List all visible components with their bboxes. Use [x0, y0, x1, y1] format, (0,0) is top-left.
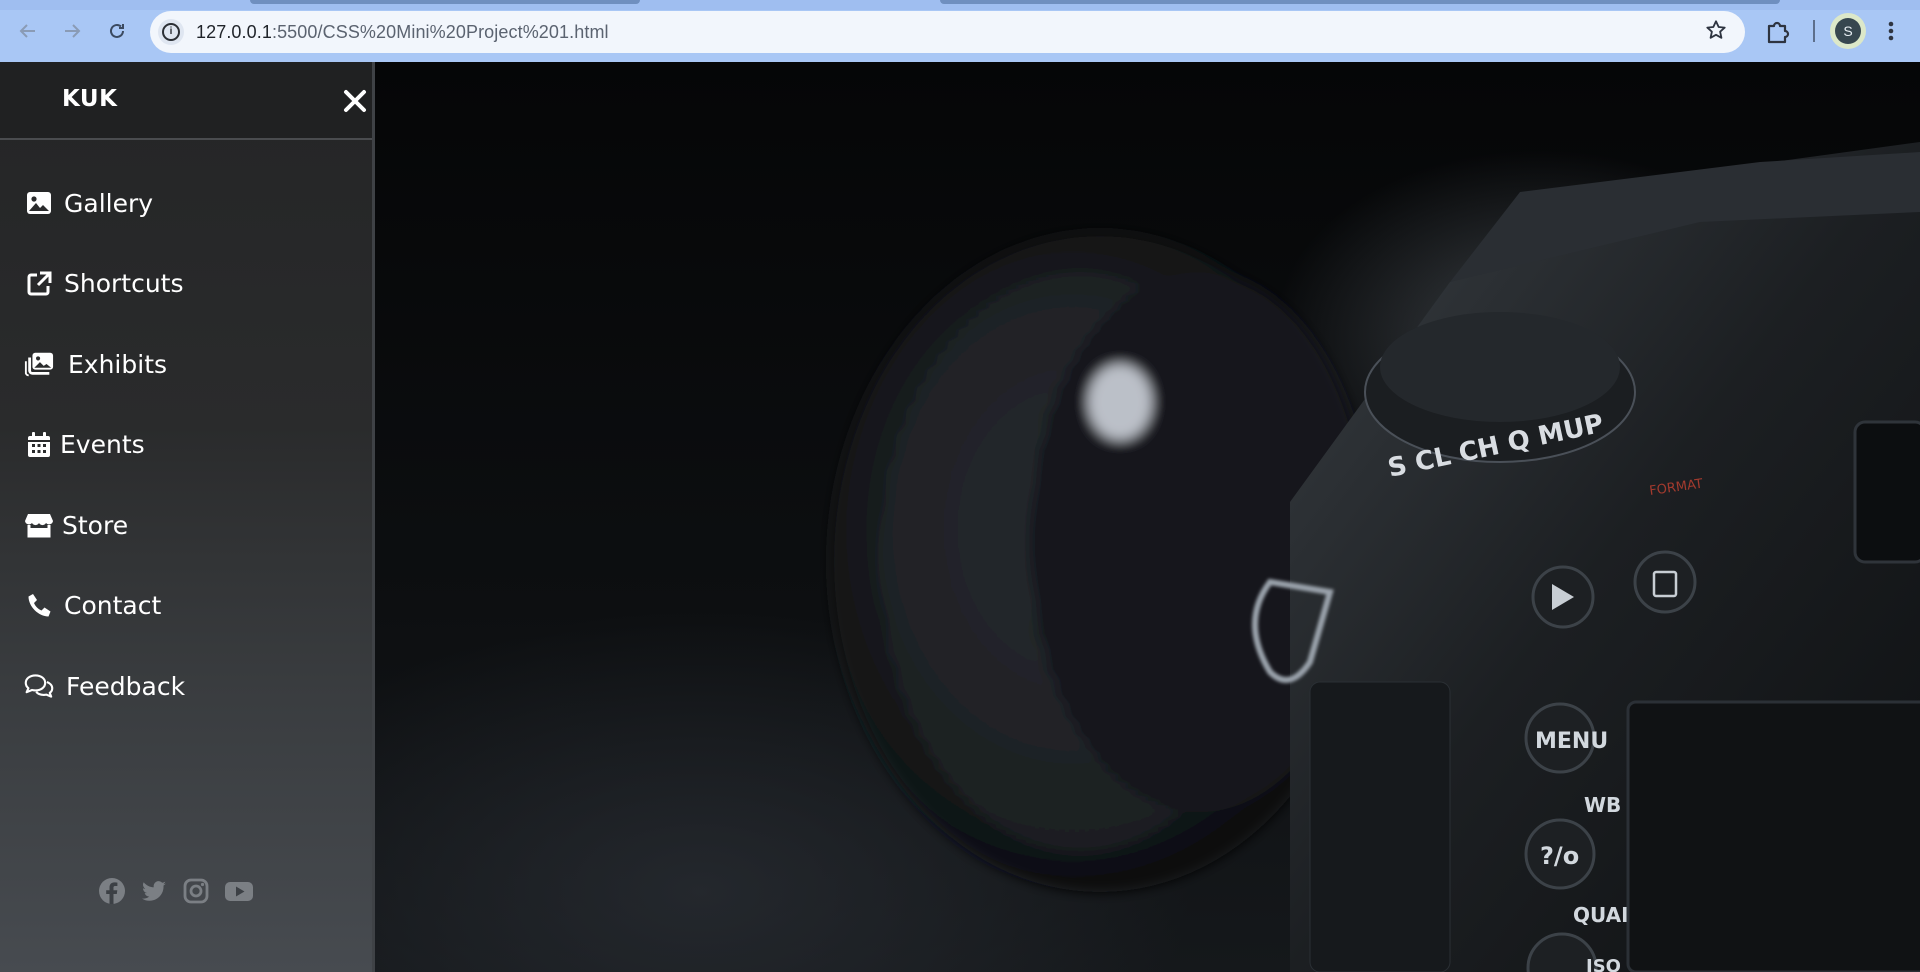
- sidebar-item-label: Feedback: [66, 671, 186, 701]
- page: S CL CH Q MUP MENU WB ?/o QUAL ISO FORMA…: [0, 62, 1920, 972]
- photo-stack-icon: [24, 349, 54, 379]
- browser-toolbar: i 127.0.0.1:5500/CSS%20Mini%20Project%20…: [0, 0, 1920, 62]
- bookmark-button[interactable]: [1705, 19, 1727, 48]
- puzzle-icon: [1767, 21, 1790, 44]
- sidebar-item-contact[interactable]: Contact: [0, 566, 372, 647]
- profile-button[interactable]: S: [1830, 13, 1866, 49]
- sidebar-item-feedback[interactable]: Feedback: [0, 646, 372, 727]
- twitter-icon[interactable]: [140, 877, 168, 905]
- kebab-icon: [1888, 21, 1894, 41]
- back-button[interactable]: [12, 15, 44, 47]
- sidebar-item-label: Shortcuts: [64, 269, 184, 299]
- profile-avatar: S: [1835, 18, 1861, 44]
- url-path: :5500/CSS%20Mini%20Project%201.html: [271, 21, 609, 42]
- toolbar-divider: [1813, 20, 1815, 42]
- instagram-icon[interactable]: [182, 877, 210, 905]
- sidebar-item-events[interactable]: Events: [0, 405, 372, 486]
- camera-menu-label: MENU: [1535, 729, 1608, 754]
- tab-strip: [0, 0, 1920, 10]
- sidebar-menu: Gallery Shortcuts Exhibits Events Store …: [0, 163, 372, 727]
- sidebar-item-label: Store: [62, 510, 129, 540]
- calendar-icon: [24, 430, 54, 460]
- camera-help-glyph: ?/o: [1540, 842, 1579, 870]
- browser-menu-button[interactable]: [1885, 16, 1897, 46]
- camera-qual-label: QUAL: [1573, 903, 1634, 927]
- sidebar-item-store[interactable]: Store: [0, 485, 372, 566]
- sidebar-header: KUK: [0, 62, 372, 140]
- sidebar-item-label: Exhibits: [68, 349, 168, 379]
- forward-button[interactable]: [56, 15, 88, 47]
- reload-icon: [110, 23, 124, 38]
- facebook-icon[interactable]: [98, 877, 126, 905]
- social-links: [98, 877, 253, 905]
- url-host: 127.0.0.1: [196, 21, 272, 42]
- camera-body: S CL CH Q MUP MENU WB ?/o QUAL ISO FORMA…: [1252, 142, 1920, 972]
- sidebar-item-exhibits[interactable]: Exhibits: [0, 324, 372, 405]
- address-bar[interactable]: i 127.0.0.1:5500/CSS%20Mini%20Project%20…: [150, 11, 1745, 53]
- brand-logo[interactable]: KUK: [62, 86, 117, 112]
- star-icon: [1706, 20, 1726, 39]
- extensions-button[interactable]: [1763, 16, 1793, 46]
- sidebar-item-shortcuts[interactable]: Shortcuts: [0, 244, 372, 325]
- info-icon: i: [162, 23, 180, 41]
- image-icon: [24, 188, 54, 218]
- arrow-right-icon: [65, 24, 81, 38]
- url-text[interactable]: 127.0.0.1:5500/CSS%20Mini%20Project%201.…: [196, 22, 609, 43]
- reload-button[interactable]: [101, 15, 133, 47]
- camera-iso-label: ISO: [1586, 956, 1621, 972]
- camera-wb-label: WB: [1584, 793, 1621, 817]
- close-sidebar-button[interactable]: [340, 86, 370, 116]
- sidebar: KUK Gallery Shortcuts Exhibits Events St…: [0, 62, 375, 972]
- sidebar-item-label: Contact: [64, 591, 162, 621]
- close-icon: [344, 90, 366, 112]
- external-link-icon: [24, 269, 54, 299]
- tab-right[interactable]: [940, 0, 1780, 4]
- sidebar-item-label: Events: [60, 430, 145, 460]
- site-info-button[interactable]: i: [158, 19, 184, 45]
- sidebar-item-label: Gallery: [64, 188, 154, 218]
- youtube-icon[interactable]: [224, 877, 253, 905]
- tab-left[interactable]: [250, 0, 640, 4]
- phone-icon: [24, 591, 54, 621]
- lens-barrel: [830, 232, 1370, 892]
- sidebar-item-gallery[interactable]: Gallery: [0, 163, 372, 244]
- chat-icon: [24, 671, 54, 701]
- arrow-left-icon: [19, 24, 35, 38]
- store-icon: [24, 510, 54, 540]
